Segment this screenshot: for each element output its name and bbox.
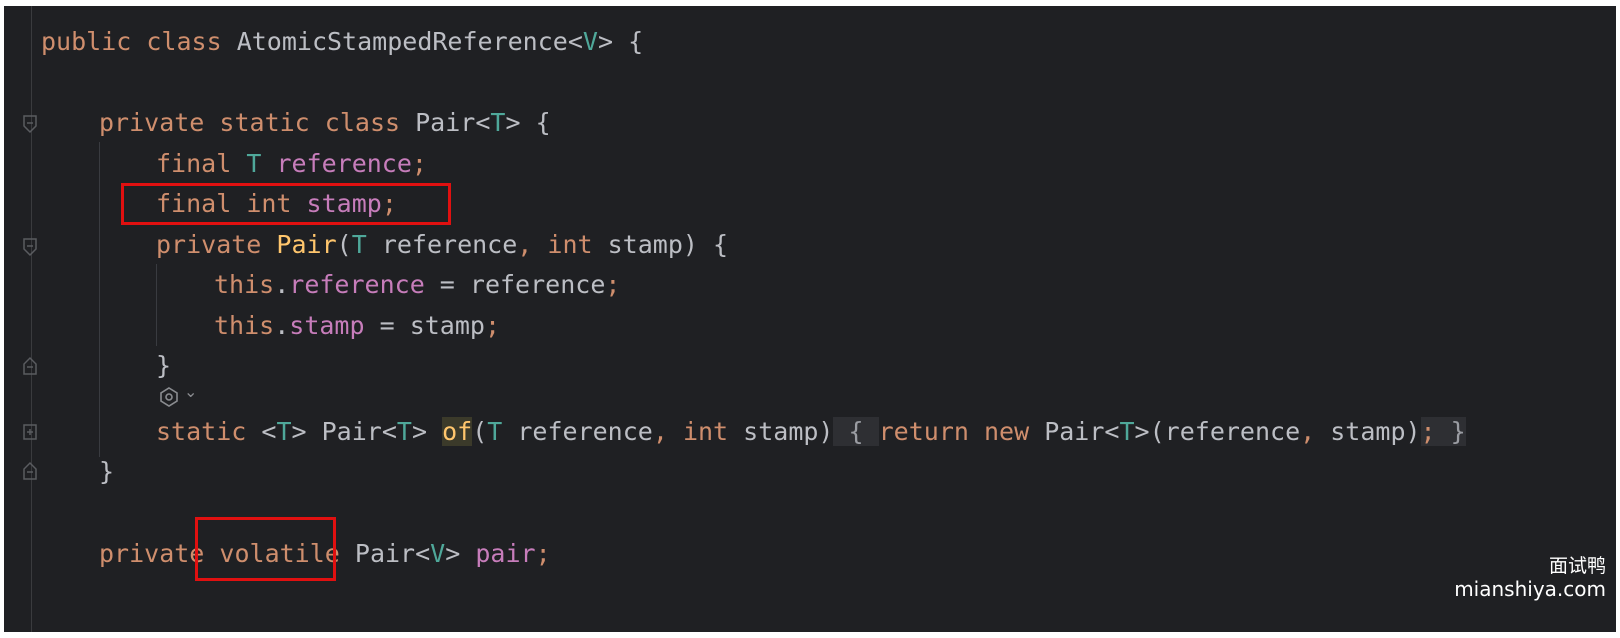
keyword: this	[214, 311, 275, 340]
punct: <	[261, 417, 277, 446]
punct: (	[472, 417, 488, 446]
folded-region-start[interactable]: {	[833, 417, 879, 446]
brace: }	[99, 457, 115, 486]
field-name: pair	[475, 539, 536, 568]
punct: ,	[1300, 417, 1316, 446]
type-param: V	[582, 27, 598, 56]
punct: .	[274, 270, 290, 299]
field-name: reference	[289, 270, 425, 299]
fold-collapsed-icon[interactable]	[22, 422, 38, 442]
watermark-cn: 面试鸭	[1548, 555, 1606, 577]
punct: ;	[411, 149, 427, 178]
param: stamp) {	[592, 230, 729, 259]
expression: = reference	[424, 270, 606, 299]
type-param: T	[490, 108, 506, 137]
param: reference	[502, 417, 653, 446]
keyword: int	[682, 417, 729, 446]
class-name: Pair	[339, 539, 416, 568]
param: reference	[366, 230, 518, 259]
code-line-close-brace[interactable]: }	[99, 452, 114, 492]
punct: ;	[605, 270, 621, 299]
punct: ;	[1420, 417, 1436, 446]
ai-assistant-icon[interactable]: ⌄	[158, 382, 198, 410]
param: stamp)	[728, 417, 834, 446]
gutter-divider	[31, 6, 32, 632]
punct: ,	[652, 417, 668, 446]
punct: (	[336, 230, 352, 259]
punct: <	[1104, 417, 1120, 446]
code-editor[interactable]: public class AtomicStampedReference<V> {…	[4, 6, 1616, 632]
type-param: T	[351, 230, 367, 259]
ai-assistant-icon	[160, 387, 178, 407]
folded-region-end[interactable]: }	[1435, 417, 1466, 446]
keyword: public	[41, 27, 132, 56]
punct: >	[1134, 417, 1150, 446]
code-line-assign-stamp[interactable]: this.stamp = stamp;	[214, 306, 500, 346]
type-param: V	[430, 539, 446, 568]
highlight-box-stamp-field	[121, 183, 451, 225]
code-line-reference-field[interactable]: final T reference;	[156, 144, 427, 184]
punct: <	[567, 27, 583, 56]
field-name: stamp	[289, 311, 365, 340]
fold-end-icon[interactable]	[22, 356, 38, 376]
keyword: this	[214, 270, 275, 299]
chevron-down-icon: ⌄	[184, 382, 198, 401]
type-param: T	[396, 417, 412, 446]
keyword: class	[146, 27, 222, 56]
punct: ,	[517, 230, 533, 259]
brace: }	[156, 351, 172, 380]
code-line-factory-method[interactable]: static <T> Pair<T> of(T reference, int s…	[156, 412, 1466, 452]
code-line-pair-class[interactable]: private static class Pair<T> {	[99, 103, 551, 143]
method-name: of	[442, 417, 473, 446]
expression: = stamp	[364, 311, 485, 340]
keyword: class	[324, 108, 401, 137]
punct: >	[445, 539, 461, 568]
punct: ;	[535, 539, 551, 568]
keyword: private	[99, 539, 205, 568]
fold-open-icon[interactable]	[22, 114, 38, 134]
keyword: new	[984, 417, 1030, 446]
type-param: T	[487, 417, 503, 446]
fold-end-icon[interactable]	[22, 461, 38, 481]
watermark-site: mianshiya.com	[1454, 577, 1606, 601]
highlight-box-volatile	[195, 517, 336, 581]
fold-open-icon[interactable]	[22, 237, 38, 257]
class-name: Pair	[1029, 417, 1105, 446]
punct: >	[291, 417, 307, 446]
type-param: T	[1119, 417, 1135, 446]
punct: ;	[484, 311, 501, 340]
punct: <	[475, 108, 491, 137]
code-line-close-brace[interactable]: }	[156, 346, 171, 386]
keyword: static	[219, 108, 310, 137]
class-name: Pair	[306, 417, 382, 446]
keyword: private	[156, 230, 262, 259]
method-name: Pair	[276, 230, 337, 259]
punct: <	[381, 417, 397, 446]
expression: (reference	[1149, 417, 1301, 446]
class-name: AtomicStampedReference	[236, 27, 568, 56]
code-line-assign-reference[interactable]: this.reference = reference;	[214, 265, 620, 305]
code-line-class-declaration[interactable]: public class AtomicStampedReference<V> {	[41, 22, 643, 62]
indent-guide	[156, 264, 157, 346]
keyword: final	[156, 149, 232, 178]
keyword: static	[156, 417, 247, 446]
punct: <	[415, 539, 431, 568]
keyword: return	[878, 417, 969, 446]
punct: > {	[597, 27, 644, 56]
class-name: Pair	[415, 108, 476, 137]
type-param: T	[246, 149, 262, 178]
keyword: private	[99, 108, 205, 137]
punct: .	[274, 311, 290, 340]
punct: > {	[505, 108, 551, 137]
field-name: reference	[276, 149, 412, 178]
indent-guide	[99, 142, 100, 457]
keyword: int	[547, 230, 593, 259]
type-param: T	[276, 417, 292, 446]
expression: stamp)	[1315, 417, 1421, 446]
punct: >	[411, 417, 428, 446]
code-line-constructor[interactable]: private Pair(T reference, int stamp) {	[156, 225, 728, 265]
